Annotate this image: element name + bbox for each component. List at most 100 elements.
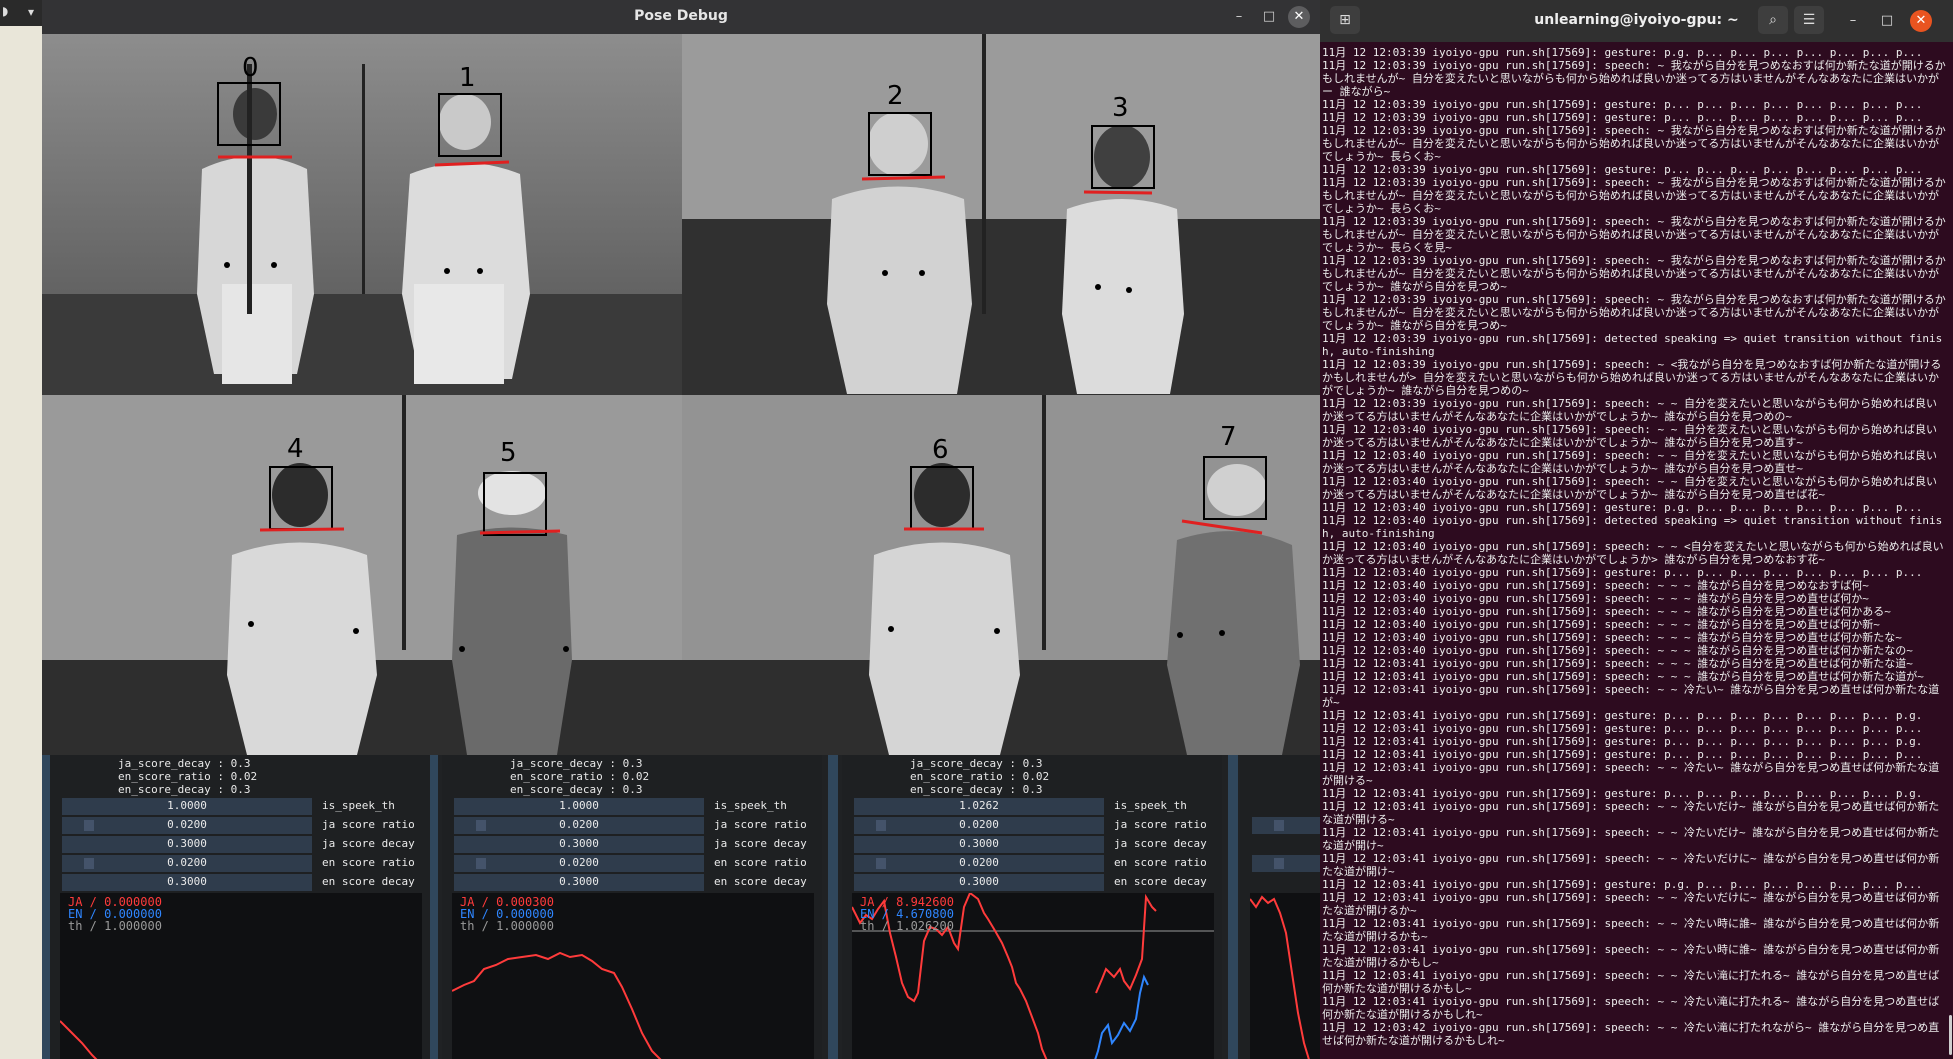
terminal-line: 11月 12 12:03:41 iyoiyo-gpu run.sh[17569]… <box>1322 683 1940 709</box>
terminal-line: 11月 12 12:03:40 iyoiyo-gpu run.sh[17569]… <box>1322 605 1891 618</box>
terminal-line: 11月 12 12:03:39 iyoiyo-gpu run.sh[17569]… <box>1322 293 1946 332</box>
terminal-titlebar[interactable]: ⊞ unlearning@iyoiyo-gpu: ~ ⌕ ☰ – □ ✕ <box>1320 0 1953 42</box>
slider-ja-score-ratio[interactable]: 0.0200 ja score ratio <box>854 817 1214 834</box>
slider-en-score-ratio[interactable]: 0.0200 en score ratio <box>854 855 1214 872</box>
slider-is-speek-th[interactable]: 1.0000 is_speek_th <box>454 798 814 815</box>
terminal-scrollbar[interactable] <box>1947 42 1953 1059</box>
terminal-line: 11月 12 12:03:39 iyoiyo-gpu run.sh[17569]… <box>1322 176 1946 215</box>
terminal-line: 11月 12 12:03:39 iyoiyo-gpu run.sh[17569]… <box>1322 46 1923 59</box>
person-id-7: 7 <box>1220 422 1237 452</box>
person-id-5: 5 <box>500 438 517 468</box>
slider-is-speek-th[interactable]: 1.0262 is_speek_th <box>854 798 1214 815</box>
terminal-line: 11月 12 12:03:41 iyoiyo-gpu run.sh[17569]… <box>1322 891 1940 917</box>
terminal-line: 11月 12 12:03:40 iyoiyo-gpu run.sh[17569]… <box>1322 566 1923 579</box>
terminal-line: 11月 12 12:03:39 iyoiyo-gpu run.sh[17569]… <box>1322 254 1946 293</box>
terminal-line: 11月 12 12:03:40 iyoiyo-gpu run.sh[17569]… <box>1322 618 1880 631</box>
desktop-edge: ◗ ▾ <box>0 0 42 1059</box>
terminal-close-button[interactable]: ✕ <box>1910 10 1932 32</box>
person-id-3: 3 <box>1112 93 1129 123</box>
camera-view-6-7: 6 7 <box>682 395 1320 755</box>
terminal-line: 11月 12 12:03:39 iyoiyo-gpu run.sh[17569]… <box>1322 124 1946 163</box>
terminal-output[interactable]: 11月 12 12:03:39 iyoiyo-gpu run.sh[17569]… <box>1322 46 1947 1047</box>
search-button[interactable]: ⌕ <box>1758 6 1788 34</box>
terminal-line: 11月 12 12:03:41 iyoiyo-gpu run.sh[17569]… <box>1322 735 1923 748</box>
terminal-line: 11月 12 12:03:41 iyoiyo-gpu run.sh[17569]… <box>1322 800 1940 826</box>
terminal-line: 11月 12 12:03:40 iyoiyo-gpu run.sh[17569]… <box>1322 644 1913 657</box>
terminal-line: 11月 12 12:03:41 iyoiyo-gpu run.sh[17569]… <box>1322 878 1923 891</box>
score-plot-0: JA / 0.000000 EN / 0.000000 th / 1.00000… <box>59 893 422 1059</box>
slider-ja-score-decay[interactable]: 0.3000 ja score decay <box>454 836 814 853</box>
pose-titlebar[interactable]: Pose Debug – □ ✕ <box>42 0 1320 34</box>
terminal-line: 11月 12 12:03:39 iyoiyo-gpu run.sh[17569]… <box>1322 397 1937 423</box>
close-button[interactable]: ✕ <box>1288 6 1310 28</box>
terminal-line: 11月 12 12:03:41 iyoiyo-gpu run.sh[17569]… <box>1322 709 1923 722</box>
person-id-6: 6 <box>932 435 949 465</box>
slider-partial[interactable] <box>1252 817 1320 834</box>
config-line: en_score_ratio : 0.02 <box>118 770 258 783</box>
slider-en-score-decay[interactable]: 0.3000 en score decay <box>454 874 814 891</box>
terminal-line: 11月 12 12:03:41 iyoiyo-gpu run.sh[17569]… <box>1322 943 1940 969</box>
scrollbar-thumb[interactable] <box>1949 1015 1952 1055</box>
score-plot-1: JA / 0.000300 EN / 0.000000 th / 1.00000… <box>451 893 814 1059</box>
camera-view-4-5: 4 5 <box>42 395 682 755</box>
desktop-topbar-fragment: ◗ ▾ <box>0 0 42 26</box>
speech-stats-panel-0: ja_score_decay : 0.3 en_score_ratio : 0.0… <box>50 755 430 1059</box>
slider-ja-score-ratio[interactable]: 0.0200 ja score ratio <box>454 817 814 834</box>
terminal-line: 11月 12 12:03:41 iyoiyo-gpu run.sh[17569]… <box>1322 787 1923 800</box>
config-line: en_score_decay : 0.3 <box>118 783 251 796</box>
dropdown-arrow-icon[interactable]: ▾ <box>28 5 34 19</box>
terminal-line: 11月 12 12:03:40 iyoiyo-gpu run.sh[17569]… <box>1322 449 1937 475</box>
person-id-0: 0 <box>242 53 259 83</box>
terminal-minimize-button[interactable]: – <box>1842 10 1864 32</box>
terminal-line: 11月 12 12:03:39 iyoiyo-gpu run.sh[17569]… <box>1322 98 1923 111</box>
slider-en-score-decay[interactable]: 0.3000 en score decay <box>854 874 1214 891</box>
terminal-line: 11月 12 12:03:41 iyoiyo-gpu run.sh[17569]… <box>1322 995 1940 1021</box>
slider-ja-score-decay[interactable]: 0.3000 ja score decay <box>854 836 1214 853</box>
terminal-line: 11月 12 12:03:41 iyoiyo-gpu run.sh[17569]… <box>1322 748 1923 761</box>
slider-is-speek-th[interactable]: 1.0000 is_speek_th <box>62 798 422 815</box>
config-line: en_score_decay : 0.3 <box>910 783 1043 796</box>
terminal-line: 11月 12 12:03:41 iyoiyo-gpu run.sh[17569]… <box>1322 917 1940 943</box>
terminal-line: 11月 12 12:03:40 iyoiyo-gpu run.sh[17569]… <box>1322 540 1944 566</box>
terminal-line: 11月 12 12:03:41 iyoiyo-gpu run.sh[17569]… <box>1322 826 1940 852</box>
slider-en-score-decay[interactable]: 0.3000 en score decay <box>62 874 422 891</box>
config-line: ja_score_decay : 0.3 <box>118 757 251 770</box>
config-line: en_score_decay : 0.3 <box>510 783 643 796</box>
maximize-button[interactable]: □ <box>1258 6 1280 28</box>
legend-th: th / 1.000000 <box>460 919 554 933</box>
camera-view-0-1: 0 1 <box>42 34 682 395</box>
terminal-line: 11月 12 12:03:39 iyoiyo-gpu run.sh[17569]… <box>1322 358 1942 397</box>
search-icon: ⌕ <box>1769 12 1777 28</box>
terminal-line: 11月 12 12:03:40 iyoiyo-gpu run.sh[17569]… <box>1322 475 1937 501</box>
slider-en-score-ratio[interactable]: 0.0200 en score ratio <box>62 855 422 872</box>
slider-partial[interactable] <box>1252 855 1320 872</box>
slider-en-score-ratio[interactable]: 0.0200 en score ratio <box>454 855 814 872</box>
terminal-line: 11月 12 12:03:39 iyoiyo-gpu run.sh[17569]… <box>1322 215 1946 254</box>
terminal-line: 11月 12 12:03:41 iyoiyo-gpu run.sh[17569]… <box>1322 670 1924 683</box>
terminal-line: 11月 12 12:03:40 iyoiyo-gpu run.sh[17569]… <box>1322 631 1902 644</box>
terminal-line: 11月 12 12:03:39 iyoiyo-gpu run.sh[17569]… <box>1322 111 1923 124</box>
terminal-line: 11月 12 12:03:42 iyoiyo-gpu run.sh[17569]… <box>1322 1021 1940 1047</box>
config-line: ja_score_decay : 0.3 <box>910 757 1043 770</box>
menu-button[interactable]: ☰ <box>1794 6 1824 34</box>
terminal-maximize-button[interactable]: □ <box>1876 10 1898 32</box>
config-line: en_score_ratio : 0.02 <box>910 770 1050 783</box>
slider-ja-score-ratio[interactable]: 0.0200 ja score ratio <box>62 817 422 834</box>
slider-ja-score-decay[interactable]: 0.3000 ja score decay <box>62 836 422 853</box>
person-id-2: 2 <box>887 81 904 111</box>
terminal-line: 11月 12 12:03:39 iyoiyo-gpu run.sh[17569]… <box>1322 332 1943 358</box>
terminal-line: 11月 12 12:03:41 iyoiyo-gpu run.sh[17569]… <box>1322 852 1940 878</box>
terminal-line: 11月 12 12:03:39 iyoiyo-gpu run.sh[17569]… <box>1322 163 1923 176</box>
panel-divider <box>1228 755 1238 1059</box>
speech-stats-panel-3-partial <box>1240 755 1320 1059</box>
panel-divider <box>828 755 838 1059</box>
terminal-line: 11月 12 12:03:41 iyoiyo-gpu run.sh[17569]… <box>1322 761 1940 787</box>
hamburger-menu-icon: ☰ <box>1802 12 1816 28</box>
terminal-line: 11月 12 12:03:40 iyoiyo-gpu run.sh[17569]… <box>1322 501 1923 514</box>
legend-th: th / 1.026200 <box>860 919 954 933</box>
terminal-line: 11月 12 12:03:39 iyoiyo-gpu run.sh[17569]… <box>1322 59 1946 98</box>
terminal-line: 11月 12 12:03:41 iyoiyo-gpu run.sh[17569]… <box>1322 722 1923 735</box>
minimize-button[interactable]: – <box>1228 6 1250 28</box>
terminal-line: 11月 12 12:03:41 iyoiyo-gpu run.sh[17569]… <box>1322 969 1940 995</box>
terminal-line: 11月 12 12:03:40 iyoiyo-gpu run.sh[17569]… <box>1322 514 1943 540</box>
